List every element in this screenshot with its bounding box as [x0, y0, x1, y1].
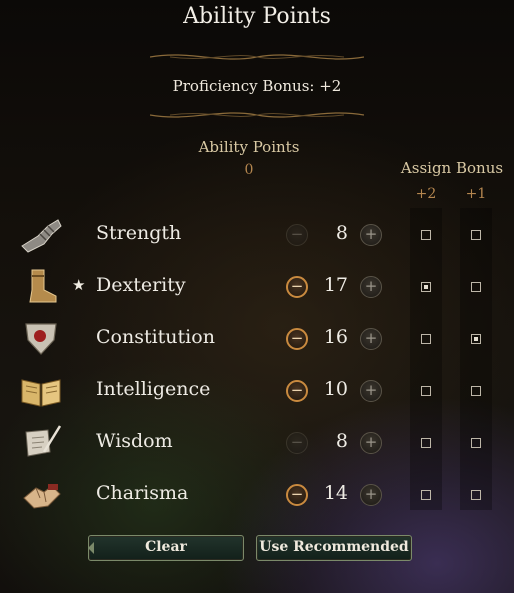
- hands-icon: [18, 474, 64, 514]
- ability-points-label: Ability Points: [198, 138, 300, 156]
- decrease-button[interactable]: −: [286, 328, 308, 350]
- proficiency-bonus: Proficiency Bonus: +2: [172, 77, 342, 95]
- ability-name: Strength: [96, 222, 182, 244]
- bonus-plus2-checkbox[interactable]: [421, 438, 431, 448]
- ability-name: Wisdom: [96, 430, 173, 452]
- ability-row-wisdom: Wisdom − 8 +: [0, 420, 514, 468]
- bonus-plus1-header: +1: [465, 186, 487, 202]
- ability-score: 8: [335, 222, 348, 244]
- clear-button[interactable]: Clear: [88, 535, 244, 561]
- bonus-plus1-checkbox[interactable]: [471, 438, 481, 448]
- ability-row-constitution: Constitution −16 +: [0, 316, 514, 364]
- bonus-plus2-header: +2: [415, 186, 437, 202]
- decrease-button[interactable]: −: [286, 380, 308, 402]
- ability-name: Constitution: [96, 326, 215, 348]
- bonus-plus1-checkbox[interactable]: [471, 386, 481, 396]
- ability-row-dexterity: ★ Dexterity −17 +: [0, 264, 514, 312]
- ability-score: 17: [323, 274, 348, 296]
- bonus-plus1-checkbox[interactable]: [471, 334, 481, 344]
- bonus-plus2-checkbox[interactable]: [421, 386, 431, 396]
- shield-icon: [18, 318, 64, 358]
- ability-score: 8: [335, 430, 348, 452]
- page-title: Ability Points: [183, 4, 331, 29]
- clear-button-label: Clear: [145, 539, 187, 555]
- bonus-plus1-checkbox[interactable]: [471, 490, 481, 500]
- decrease-button[interactable]: −: [286, 276, 308, 298]
- bonus-plus1-checkbox[interactable]: [471, 230, 481, 240]
- scroll-quill-icon: [18, 422, 64, 462]
- ability-name: Charisma: [96, 482, 189, 504]
- decrease-button[interactable]: −: [286, 432, 308, 454]
- ability-name: Dexterity: [96, 274, 186, 296]
- top-flourish-ornament: [150, 54, 364, 60]
- use-recommended-button[interactable]: Use Recommended: [256, 535, 412, 561]
- bonus-plus1-checkbox[interactable]: [471, 282, 481, 292]
- open-book-icon: [18, 370, 64, 410]
- increase-button[interactable]: +: [360, 380, 382, 402]
- increase-button[interactable]: +: [360, 432, 382, 454]
- bonus-plus2-checkbox[interactable]: [421, 334, 431, 344]
- ability-score: 14: [323, 482, 348, 504]
- increase-button[interactable]: +: [360, 276, 382, 298]
- decrease-button[interactable]: −: [286, 224, 308, 246]
- bottom-flourish-ornament: [150, 112, 364, 118]
- ability-row-intelligence: Intelligence −10 +: [0, 368, 514, 416]
- bonus-plus2-checkbox[interactable]: [421, 230, 431, 240]
- ability-name: Intelligence: [96, 378, 211, 400]
- ability-row-strength: Strength − 8 +: [0, 212, 514, 260]
- boot-icon: [18, 266, 64, 306]
- decrease-button[interactable]: −: [286, 484, 308, 506]
- button-tip-left: [88, 542, 94, 554]
- increase-button[interactable]: +: [360, 484, 382, 506]
- gauntlet-icon: [18, 214, 64, 254]
- ability-points-value: 0: [244, 162, 254, 178]
- bonus-plus2-checkbox[interactable]: [421, 490, 431, 500]
- ability-score: 10: [323, 378, 348, 400]
- assign-bonus-label: Assign Bonus: [400, 159, 504, 177]
- use-recommended-button-label: Use Recommended: [259, 539, 409, 555]
- increase-button[interactable]: +: [360, 224, 382, 246]
- ability-row-charisma: Charisma −14 +: [0, 472, 514, 520]
- bonus-plus2-checkbox[interactable]: [421, 282, 431, 292]
- increase-button[interactable]: +: [360, 328, 382, 350]
- ability-score: 16: [323, 326, 348, 348]
- star-icon: ★: [72, 276, 86, 294]
